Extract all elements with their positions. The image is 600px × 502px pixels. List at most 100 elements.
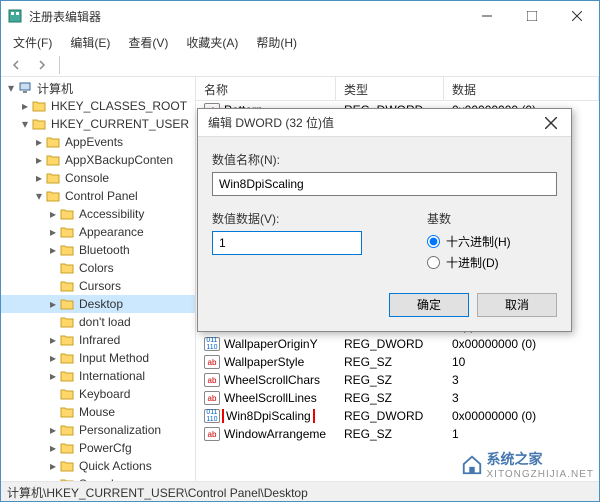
folder-icon (45, 134, 61, 150)
dialog-close-button[interactable] (531, 109, 571, 137)
cell-type: REG_SZ (336, 373, 444, 387)
value-data-label: 数值数据(V): (212, 210, 407, 227)
ok-button[interactable]: 确定 (389, 293, 469, 317)
list-row[interactable]: abWindowArrangemeREG_SZ1 (196, 425, 599, 443)
tree-panel[interactable]: ▾ 计算机 ▸HKEY_CLASSES_ROOT ▾ HKEY_CURRENT_US… (1, 77, 196, 481)
list-row[interactable]: abWallpaperStyleREG_SZ10 (196, 353, 599, 371)
radio-hex-input[interactable] (427, 235, 440, 248)
tree-item[interactable]: ▸Console (1, 169, 195, 187)
list-row[interactable]: 011110Win8DpiScalingREG_DWORD0x00000000 … (196, 407, 599, 425)
tree-item[interactable]: ▸Input Method (1, 349, 195, 367)
menu-help[interactable]: 帮助(H) (248, 32, 305, 53)
tree-item[interactable]: Cursors (1, 277, 195, 295)
radio-dec-input[interactable] (427, 256, 440, 269)
chevron-icon[interactable]: ▸ (47, 297, 59, 311)
folder-icon (59, 440, 75, 456)
tree-item-label: AppEvents (65, 135, 123, 149)
maximize-button[interactable] (509, 2, 554, 30)
chevron-icon[interactable]: ▸ (47, 351, 59, 365)
titlebar: 注册表编辑器 (1, 1, 599, 31)
tree-item[interactable]: ▸International (1, 367, 195, 385)
value-name-label: 数值名称(N): (212, 151, 557, 168)
tree-item-label: Desktop (79, 297, 123, 311)
tree-item[interactable]: Keyboard (1, 385, 195, 403)
radio-hex[interactable]: 十六进制(H) (427, 233, 557, 250)
tree-item[interactable]: ▸ Personalization (1, 421, 195, 439)
cell-type: REG_SZ (336, 355, 444, 369)
tree-item[interactable]: ▾Control Panel (1, 187, 195, 205)
folder-icon (59, 368, 75, 384)
tree-root[interactable]: ▾ 计算机 (1, 79, 195, 97)
minimize-button[interactable] (464, 2, 509, 30)
col-header-data[interactable]: 数据 (444, 77, 599, 100)
tree-item[interactable]: ▸Appearance (1, 223, 195, 241)
tree-item-label: Quick Actions (79, 459, 152, 473)
tree-item[interactable]: ▸HKEY_CLASSES_ROOT (1, 97, 195, 115)
chevron-icon[interactable]: ▸ (47, 225, 59, 239)
chevron-icon[interactable]: ▸ (33, 153, 45, 167)
string-value-icon: ab (204, 391, 220, 405)
list-row[interactable]: abWheelScrollLinesREG_SZ3 (196, 389, 599, 407)
menu-favorites[interactable]: 收藏夹(A) (178, 32, 246, 53)
folder-icon (59, 242, 75, 258)
back-button[interactable] (5, 55, 27, 75)
chevron-icon[interactable]: ▸ (47, 459, 59, 473)
tree-item-label: HKEY_CURRENT_USER (51, 117, 189, 131)
cell-data: 3 (444, 373, 599, 387)
folder-icon (59, 332, 75, 348)
tree-item[interactable]: ▸Accessibility (1, 205, 195, 223)
chevron-icon[interactable]: ▸ (33, 171, 45, 185)
list-row[interactable]: 011110WallpaperOriginYREG_DWORD0x0000000… (196, 335, 599, 353)
tree-item[interactable]: ▸ Bluetooth (1, 241, 195, 259)
tree-item-label: Cursors (79, 279, 121, 293)
tree-item[interactable]: Colors (1, 259, 195, 277)
forward-button[interactable] (31, 55, 53, 75)
tree-item[interactable]: ▸ AppXBackupConten (1, 151, 195, 169)
chevron-icon[interactable]: ▾ (33, 189, 45, 203)
cell-name: WindowArrangeme (224, 427, 326, 441)
tree-item-label: Mouse (79, 405, 115, 419)
value-data-input[interactable] (212, 231, 362, 255)
chevron-icon[interactable]: ▸ (47, 207, 59, 221)
value-name-input[interactable] (212, 172, 557, 196)
tree-item[interactable]: ▸ Desktop (1, 295, 195, 313)
menu-file[interactable]: 文件(F) (5, 32, 60, 53)
chevron-icon[interactable]: ▾ (19, 117, 31, 131)
col-header-name[interactable]: 名称 (196, 77, 336, 100)
folder-icon (31, 98, 47, 114)
chevron-icon[interactable]: ▸ (33, 135, 45, 149)
tree-item-label: AppXBackupConten (65, 153, 173, 167)
tree-item[interactable]: ▸PowerCfg (1, 439, 195, 457)
cancel-button[interactable]: 取消 (477, 293, 557, 317)
menu-edit[interactable]: 编辑(E) (62, 32, 118, 53)
radio-dec[interactable]: 十进制(D) (427, 254, 557, 271)
window-title: 注册表编辑器 (29, 8, 464, 25)
folder-icon (45, 170, 61, 186)
chevron-icon[interactable]: ▸ (47, 423, 59, 437)
string-value-icon: ab (204, 427, 220, 441)
list-row[interactable]: abWheelScrollCharsREG_SZ3 (196, 371, 599, 389)
col-header-type[interactable]: 类型 (336, 77, 444, 100)
close-button[interactable] (554, 2, 599, 30)
folder-icon (31, 116, 47, 132)
menu-view[interactable]: 查看(V) (120, 32, 176, 53)
tree-item[interactable]: ▸Infrared (1, 331, 195, 349)
chevron-icon[interactable]: ▸ (19, 99, 31, 113)
cell-data: 3 (444, 391, 599, 405)
chevron-down-icon[interactable]: ▾ (5, 81, 17, 95)
chevron-icon[interactable]: ▸ (47, 243, 59, 257)
chevron-icon[interactable]: ▸ (47, 369, 59, 383)
tree-item-label: Bluetooth (79, 243, 130, 257)
tree-item[interactable]: don't load (1, 313, 195, 331)
tree-item[interactable]: Mouse (1, 403, 195, 421)
cell-data: 0x00000000 (0) (444, 409, 599, 423)
cell-data: 0x00000000 (0) (444, 337, 599, 351)
tree-item[interactable]: ▸ AppEvents (1, 133, 195, 151)
tree-item-label: Personalization (79, 423, 161, 437)
tree-item[interactable]: ▾ HKEY_CURRENT_USER (1, 115, 195, 133)
chevron-icon[interactable]: ▸ (47, 441, 59, 455)
cell-data: 1 (444, 427, 599, 441)
cell-name: WallpaperStyle (224, 355, 304, 369)
tree-item[interactable]: ▸ Quick Actions (1, 457, 195, 475)
chevron-icon[interactable]: ▸ (47, 333, 59, 347)
